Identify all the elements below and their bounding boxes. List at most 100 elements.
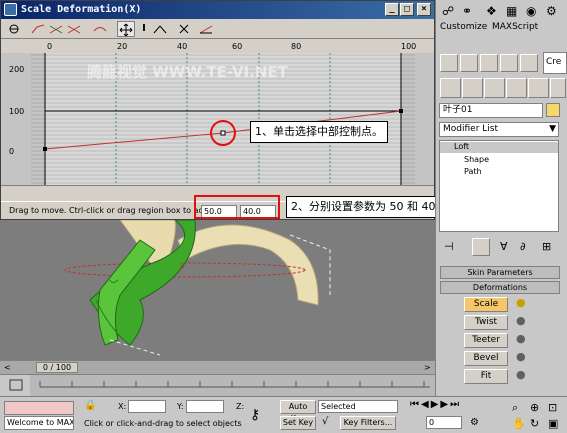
display-x-axis-icon[interactable]: [29, 21, 47, 37]
create-shapes-icon[interactable]: [460, 54, 478, 72]
zoom-extents-icon[interactable]: ⊡: [548, 401, 557, 414]
utilities-tab-icon[interactable]: [550, 78, 566, 98]
play-icon[interactable]: ▶: [431, 399, 441, 410]
stack-item-shape[interactable]: Shape: [464, 155, 489, 164]
command-panel: ☍ ⚭ ❖ ▦ ◉ ⚙ Customize MAXScript Cre 叶子01…: [435, 0, 567, 433]
deformation-graph[interactable]: 200 100 0 腾龍视觉 WWW.TE-VI.NET: [1, 53, 434, 201]
fit-button[interactable]: Fit: [464, 369, 508, 384]
hierarchy-tab-icon[interactable]: [484, 78, 505, 98]
x-coord-field[interactable]: [128, 400, 166, 413]
graph-ruler: 0 20 40 60 80 100: [1, 39, 434, 53]
move-control-point-icon[interactable]: [117, 21, 135, 37]
graph-editor-icon[interactable]: ▦: [506, 4, 517, 18]
scale-deformation-dialog: Scale Deformation(X) _ □ × I 0 20 40 60 …: [0, 0, 435, 220]
ruler-tick: 40: [177, 42, 188, 51]
ruler-tick: 80: [291, 42, 302, 51]
maximize-viewport-icon[interactable]: ▣: [548, 417, 558, 430]
pin-stack-icon[interactable]: ⊣: [444, 240, 454, 253]
make-symmetrical-icon[interactable]: [5, 21, 23, 37]
stack-item-path[interactable]: Path: [464, 167, 482, 176]
current-frame-field[interactable]: 0: [426, 416, 462, 429]
arc-rotate-icon[interactable]: ↻: [530, 417, 539, 430]
twist-button[interactable]: Twist: [464, 315, 508, 330]
welcome-field[interactable]: Welcome to MAX: [4, 416, 74, 430]
object-color-swatch[interactable]: [546, 103, 560, 117]
bind-space-warp-icon[interactable]: ❖: [486, 4, 497, 18]
time-config-icon[interactable]: ⚙: [470, 417, 479, 428]
display-tab-icon[interactable]: [528, 78, 549, 98]
bulb-icon[interactable]: ●: [516, 350, 526, 363]
auto-key-button[interactable]: Auto Key: [280, 400, 316, 423]
show-end-result-icon[interactable]: [472, 238, 490, 256]
bulb-icon[interactable]: ●: [516, 368, 526, 381]
stack-item-loft[interactable]: Loft: [440, 142, 558, 153]
default-tangents-icon[interactable]: √: [322, 416, 328, 427]
scale-button[interactable]: Scale: [464, 297, 508, 312]
go-to-start-icon[interactable]: ⏮: [410, 399, 421, 410]
time-slider-thumb[interactable]: 0 / 100: [36, 362, 78, 373]
menu-maxscript[interactable]: MAXScript: [492, 22, 538, 32]
previous-frame-icon[interactable]: ◀: [421, 399, 431, 410]
spinner-snap-icon[interactable]: [500, 54, 518, 72]
bulb-icon[interactable]: ●: [516, 296, 526, 309]
remove-modifier-icon[interactable]: ∂: [520, 240, 526, 253]
app-icon: [4, 3, 17, 16]
maxscript-listener[interactable]: [4, 401, 74, 415]
selection-set-dropdown[interactable]: Selected: [318, 400, 398, 413]
minimize-button[interactable]: _: [385, 3, 399, 16]
render-icon[interactable]: ⚙: [546, 4, 557, 18]
time-slider-left-arrow[interactable]: <: [4, 363, 11, 372]
modifier-list-dropdown[interactable]: Modifier List ▼: [439, 122, 559, 137]
select-link-icon[interactable]: ☍: [442, 4, 454, 18]
key-filters-button[interactable]: Key Filters...: [340, 416, 396, 430]
configure-sets-icon[interactable]: ⊞: [542, 240, 551, 253]
create-geometry-icon[interactable]: [440, 54, 458, 72]
teeter-button[interactable]: Teeter: [464, 333, 508, 348]
menu-customize[interactable]: Customize: [440, 22, 487, 32]
create-tab[interactable]: Cre: [543, 52, 567, 74]
zoom-icon[interactable]: ⌕: [512, 401, 518, 415]
chevron-down-icon: ▼: [549, 124, 556, 134]
dialog-title: Scale Deformation(X): [21, 4, 142, 15]
maximize-button[interactable]: □: [400, 3, 414, 16]
delete-control-point-icon[interactable]: [175, 21, 193, 37]
bulb-icon[interactable]: ●: [516, 332, 526, 345]
zoom-all-icon[interactable]: ⊕: [530, 401, 539, 414]
watermark: 腾龍视觉 WWW.TE-VI.NET: [87, 63, 288, 81]
y-label-200: 200: [9, 65, 25, 74]
unlink-icon[interactable]: ⚭: [462, 4, 472, 18]
bulb-icon[interactable]: ●: [516, 314, 526, 327]
x-coord-label: X:: [118, 402, 127, 411]
object-name-field[interactable]: 叶子01: [439, 103, 543, 118]
insert-corner-point-icon[interactable]: [151, 21, 169, 37]
modify-tab-icon[interactable]: [462, 78, 483, 98]
swap-curves-icon[interactable]: [91, 21, 109, 37]
time-slider[interactable]: 0 / 100 < >: [0, 360, 435, 374]
make-unique-icon[interactable]: ∀: [500, 240, 508, 253]
create-tab-icon[interactable]: [440, 78, 461, 98]
pan-icon[interactable]: ✋: [512, 417, 526, 430]
angle-snap-icon[interactable]: [520, 54, 538, 72]
status-bar: Welcome to MAX 🔒 X: Y: Z: Click or click…: [0, 396, 567, 433]
key-icon[interactable]: ⚷: [250, 407, 260, 423]
y-coord-field[interactable]: [186, 400, 224, 413]
motion-tab-icon[interactable]: [506, 78, 527, 98]
deformations-rollout[interactable]: Deformations: [440, 281, 560, 294]
bevel-button[interactable]: Bevel: [464, 351, 508, 366]
dialog-titlebar[interactable]: Scale Deformation(X) _ □ ×: [1, 1, 434, 19]
time-slider-right-arrow[interactable]: >: [424, 363, 431, 372]
set-key-button[interactable]: Set Key: [280, 416, 316, 430]
close-button[interactable]: ×: [417, 3, 431, 16]
go-to-end-icon[interactable]: ⏭: [450, 399, 461, 410]
material-editor-icon[interactable]: ◉: [526, 4, 536, 18]
reset-curve-icon[interactable]: [197, 21, 215, 37]
display-xy-axes-icon[interactable]: [65, 21, 83, 37]
track-bar[interactable]: [0, 374, 435, 397]
perspective-viewport[interactable]: z: [0, 220, 435, 360]
display-y-axis-icon[interactable]: [47, 21, 65, 37]
lock-selection-icon[interactable]: 🔒: [84, 400, 96, 411]
skin-parameters-rollout[interactable]: Skin Parameters: [440, 266, 560, 279]
percent-snap-icon[interactable]: [480, 54, 498, 72]
modifier-stack[interactable]: Loft Shape Path: [439, 140, 559, 232]
next-frame-icon[interactable]: ▶: [440, 399, 450, 410]
